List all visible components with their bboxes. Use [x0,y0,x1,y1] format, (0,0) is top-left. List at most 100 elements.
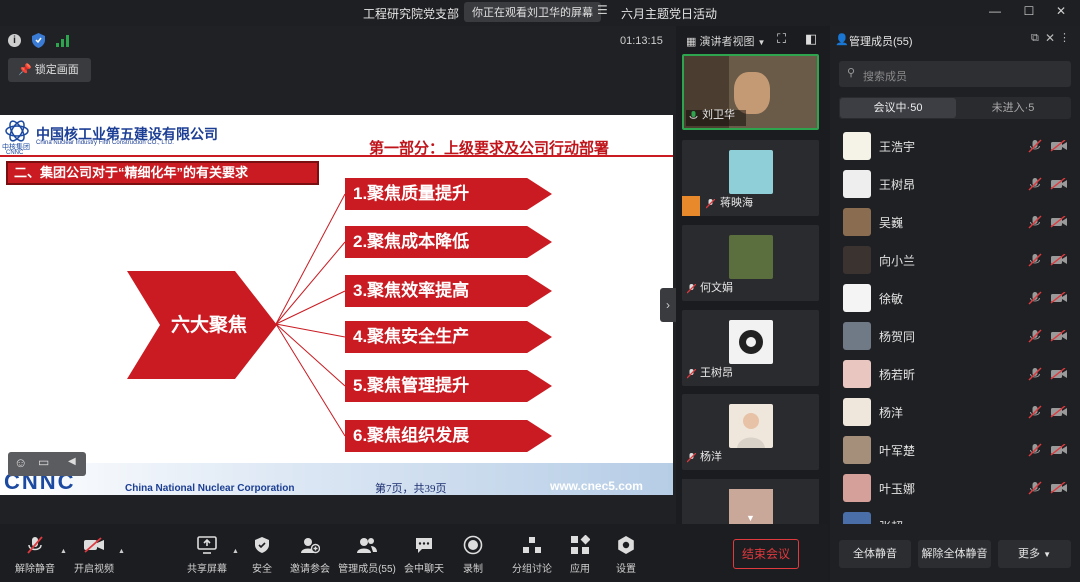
tab-in-meeting[interactable]: 会议中·50 [840,98,956,118]
shield-icon[interactable] [32,33,45,48]
close-panel-icon[interactable]: ✕ [1045,31,1055,45]
add-user-icon [299,534,321,556]
breakout-button[interactable]: 分组讨论 [510,534,554,575]
mic-muted-icon[interactable] [1028,177,1042,191]
camera-off-icon[interactable] [1050,292,1068,304]
avatar [843,208,871,236]
apps-icon [569,534,591,556]
mic-muted-icon[interactable] [1028,367,1042,381]
invite-button[interactable]: 邀请参会 [288,534,332,575]
lock-view-button[interactable]: 📌 锁定画面 [8,58,91,82]
list-item[interactable]: 向小兰 [843,242,1073,280]
camera-off-icon[interactable] [1050,330,1068,342]
list-item[interactable]: 叶玉娜 [843,470,1073,508]
share-screen-button[interactable]: 共享屏幕 [186,534,228,575]
list-item[interactable]: 杨若昕 [843,356,1073,394]
record-button[interactable]: 录制 [458,534,488,575]
caret-down-icon: ▼ [1043,550,1051,559]
list-item[interactable]: 徐敏 [843,280,1073,318]
minimize-icon[interactable]: — [986,4,1004,18]
list-item[interactable]: 杨洋 [843,394,1073,432]
focus-item-1: 1.聚焦质量提升 [345,178,552,210]
manage-members-button[interactable]: 管理成员(55) [337,534,397,575]
member-search-input[interactable]: ⚲ 搜索成员 [839,61,1071,87]
thumbnail-speaker[interactable]: 刘卫华 [682,54,819,130]
more-icon[interactable]: ⋮ [1059,31,1070,44]
maximize-icon[interactable]: ☐ [1020,4,1038,18]
thumbnail-participant[interactable]: 何文娟 [682,225,819,301]
mic-muted-icon[interactable] [1028,139,1042,153]
list-item[interactable]: 杨贺同 [843,318,1073,356]
camera-off-icon[interactable] [1050,368,1068,380]
mic-muted-icon[interactable] [1028,443,1042,457]
thumbnail-participant[interactable]: 蒋映海 [682,140,819,216]
list-item[interactable]: 吴巍 [843,204,1073,242]
mic-muted-icon [687,369,696,379]
fullscreen-icon[interactable]: ⛶ [777,31,786,47]
scroll-down-icon[interactable]: ▼ [746,513,755,523]
mic-muted-icon[interactable] [1028,481,1042,495]
more-button[interactable]: 更多 ▼ [998,540,1071,568]
thumbnail-participant[interactable]: 杨洋 [682,394,819,470]
apps-button[interactable]: 应用 [566,534,594,575]
avatar [729,320,773,364]
camera-off-icon[interactable] [1050,444,1068,456]
info-icon[interactable]: i [8,34,21,47]
mic-muted-icon[interactable] [1028,215,1042,229]
mic-muted-icon[interactable] [1028,329,1042,343]
menu-icon[interactable]: ☰ [597,3,608,17]
members-header: 👤 管理成员(55) ⧉ ✕ ⋮ [833,26,1080,54]
camera-off-icon[interactable] [1050,254,1068,266]
mic-muted-icon[interactable] [1028,405,1042,419]
chat-button[interactable]: 会中聊天 [404,534,444,575]
audio-options-caret-icon[interactable]: ▲ [60,548,67,555]
popout-icon[interactable]: ⧉ [1031,32,1039,45]
camera-off-icon[interactable] [1050,178,1068,190]
unmute-all-button[interactable]: 解除全体静音 [918,540,991,568]
list-item[interactable]: 王浩宇 [843,128,1073,166]
members-icon [356,534,378,556]
camera-off-icon[interactable] [1050,482,1068,494]
settings-button[interactable]: 设置 [612,534,640,575]
video-options-caret-icon[interactable]: ▲ [118,548,125,555]
list-item[interactable]: 叶军楚 [843,432,1073,470]
tab-not-joined[interactable]: 未进入·5 [956,98,1070,118]
thumbnail-partial[interactable]: ▼ [682,479,819,524]
thumbnail-participant[interactable]: 王树昂 [682,310,819,386]
start-video-button[interactable]: 开启视频 [72,534,116,575]
end-meeting-button[interactable]: 结束会议 [733,539,799,569]
member-name: 向小兰 [879,254,916,268]
user-badge-icon [682,196,700,216]
camera-off-icon[interactable] [1050,140,1068,152]
panel-toggle-button[interactable]: › [660,288,676,322]
unmute-label: 解除静音 [15,564,55,575]
share-options-caret-icon[interactable]: ▲ [232,548,239,555]
footer-url: www.cnec5.com [550,479,643,493]
focus-item-2: 2.聚焦成本降低 [345,226,552,258]
title-bar: 工程研究院党支部 你正在观看刘卫华的屏幕 ☰ 六月主题党日活动 — ☐ ✕ [0,0,1080,26]
avatar [843,246,871,274]
comment-icon[interactable]: ▭ [38,455,49,469]
focus-item-5: 5.聚焦管理提升 [345,370,552,402]
security-button[interactable]: 安全 [246,534,278,575]
share-screen-icon [196,534,218,556]
avatar [729,235,773,279]
close-icon[interactable]: ✕ [1052,4,1070,18]
member-name: 杨贺同 [879,330,916,344]
camera-off-icon[interactable] [1050,406,1068,418]
meeting-title: 六月主题党日活动 [621,7,718,21]
list-item[interactable]: 王树昂 [843,166,1073,204]
collapse-left-icon[interactable]: ◀ [68,456,76,467]
emoji-icon[interactable]: ☺ [14,455,27,470]
mute-all-button[interactable]: 全体静音 [839,540,911,568]
chevron-down-icon[interactable]: ▼ [758,38,766,47]
speaker-view-label[interactable]: 演讲者视图 [699,36,754,48]
sidebar-layout-icon[interactable]: ◧ [805,31,817,47]
mic-muted-icon[interactable] [1028,253,1042,267]
mic-muted-icon[interactable] [1028,291,1042,305]
unmute-button[interactable]: 解除静音 [14,534,56,575]
list-item[interactable]: 张超 [843,508,1073,524]
member-name: 叶玉娜 [879,482,916,496]
camera-off-icon[interactable] [1050,216,1068,228]
avatar [843,474,871,502]
